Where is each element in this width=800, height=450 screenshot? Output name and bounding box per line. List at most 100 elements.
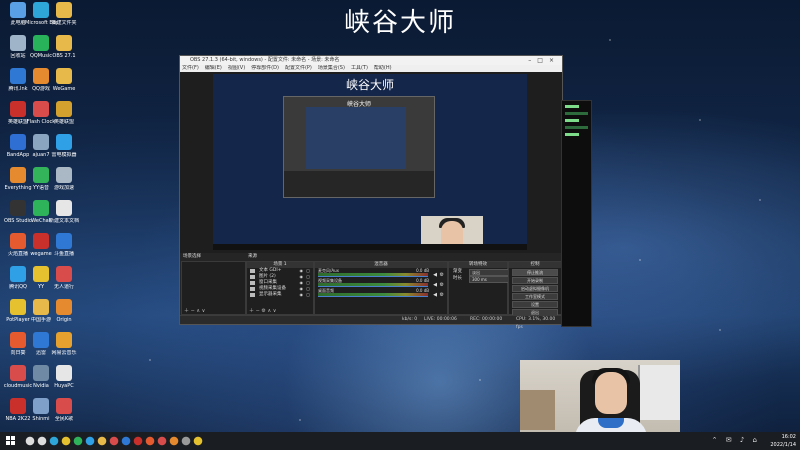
menu-item[interactable]: 场景集合(S) bbox=[318, 65, 345, 71]
obs-icon bbox=[10, 200, 26, 216]
chat-line bbox=[565, 133, 579, 136]
menu-item[interactable]: 编辑(E) bbox=[205, 65, 222, 71]
volume-fader[interactable] bbox=[318, 286, 428, 287]
mixer-panel[interactable]: 混音器 麦克风/Aux 0.0 dB ◀ ⚙ 视频采集设备 0.0 dB ◀ ⚙ 桌面音频 0.0… bbox=[314, 261, 448, 315]
scenes-toolbar[interactable]: ＋ − ∧ ∨ bbox=[182, 308, 247, 314]
menu-item[interactable]: 视图(V) bbox=[228, 65, 245, 71]
system-tray[interactable]: ⌃ ✉ ♪ ⌂ bbox=[712, 436, 760, 444]
app-icon bbox=[33, 134, 49, 150]
transition-select[interactable]: 300 ms bbox=[469, 276, 513, 283]
app-icon bbox=[56, 266, 72, 282]
app-icon bbox=[33, 398, 49, 414]
app-icon bbox=[56, 398, 72, 414]
chat-window[interactable] bbox=[561, 100, 592, 327]
app-icon[interactable] bbox=[120, 435, 132, 447]
source-type-icon bbox=[250, 275, 255, 279]
control-button[interactable]: 停止推流 bbox=[512, 269, 558, 276]
obs-window-title: OBS 27.1.3 (64-bit, windows) - 配置文件: 未命名… bbox=[190, 57, 340, 63]
obs-window[interactable]: OBS 27.1.3 (64-bit, windows) - 配置文件: 未命名… bbox=[179, 55, 563, 330]
control-button[interactable]: 设置 bbox=[512, 301, 558, 308]
chat-line bbox=[565, 126, 588, 129]
gear-icon[interactable]: ⚙ bbox=[440, 292, 444, 298]
edge-icon bbox=[33, 2, 49, 18]
obs-icon[interactable] bbox=[180, 435, 192, 447]
clock-time: 16:02 bbox=[781, 434, 796, 440]
app-icon bbox=[56, 365, 72, 381]
source-name: 文本 GDI+ bbox=[259, 268, 282, 273]
app-icon[interactable] bbox=[144, 435, 156, 447]
nested-docks bbox=[284, 171, 434, 197]
source-name: 视频采集设备 bbox=[259, 286, 286, 291]
sources-toolbar[interactable]: ＋ − ⚙ ∧ ∨ bbox=[247, 308, 315, 314]
app-icon bbox=[33, 233, 49, 249]
sources-list: 文本 GDI+ ◉ ▢ 图片 (2) ◉ ▢ 窗口采集 ◉ ▢ 视频采集设备 ◉ ▢ 显示器采集 ◉ ▢ bbox=[247, 268, 313, 298]
qq-icon bbox=[10, 266, 26, 282]
folder-icon[interactable] bbox=[96, 435, 108, 447]
status-kbps: kb/s: 0 bbox=[402, 317, 418, 322]
source-item[interactable]: 显示器采集 ◉ ▢ bbox=[247, 292, 313, 298]
file-icon bbox=[56, 200, 72, 216]
speaker-icon[interactable]: ◀ bbox=[433, 292, 437, 298]
desktop-icon-label: 游戏加速 bbox=[53, 185, 74, 191]
transition-row: 时长 300 ms bbox=[449, 275, 513, 283]
obs-titlebar[interactable]: OBS 27.1.3 (64-bit, windows) - 配置文件: 未命名… bbox=[180, 56, 562, 65]
game-icon bbox=[33, 68, 49, 84]
control-button[interactable]: 开始录制 bbox=[512, 277, 558, 284]
recycle-bin-icon bbox=[10, 35, 26, 51]
computer-icon bbox=[10, 2, 26, 18]
scenes-panel[interactable]: ＋ − ∧ ∨ bbox=[181, 261, 246, 315]
menu-item[interactable]: 工具(T) bbox=[351, 65, 368, 71]
lock-icon[interactable]: ▢ bbox=[306, 292, 310, 298]
volume-fader[interactable] bbox=[318, 296, 428, 297]
app-icon bbox=[33, 266, 49, 282]
eye-icon[interactable]: ◉ bbox=[300, 292, 304, 298]
control-button[interactable]: 工作室模式 bbox=[512, 293, 558, 300]
desktop-icon[interactable]: 全民K歌 bbox=[48, 398, 80, 436]
menu-item[interactable]: 停靠部件(D) bbox=[251, 65, 279, 71]
origin-icon bbox=[56, 299, 72, 315]
search-icon[interactable] bbox=[24, 435, 36, 447]
sources-panel[interactable]: 场景 1 文本 GDI+ ◉ ▢ 图片 (2) ◉ ▢ 窗口采集 ◉ ▢ 视频采集设备 ◉ ▢ 显示器采… bbox=[246, 261, 314, 315]
volume-fader[interactable] bbox=[318, 276, 428, 277]
game-icon[interactable] bbox=[168, 435, 180, 447]
chat-line bbox=[565, 119, 579, 122]
music-icon bbox=[10, 365, 26, 381]
controls-panel[interactable]: 控制 停止推流 开始录制 启动虚拟摄像机 工作室模式 设置 退出 bbox=[508, 261, 562, 316]
qq-icon[interactable] bbox=[84, 435, 96, 447]
scenes-dock-title: 场景选择 bbox=[183, 254, 201, 259]
music-icon[interactable] bbox=[156, 435, 168, 447]
chat-line bbox=[565, 112, 588, 115]
chat-line bbox=[565, 105, 579, 108]
chrome-icon[interactable] bbox=[60, 435, 72, 447]
menu-item[interactable]: 帮助(H) bbox=[374, 65, 392, 71]
app-icon[interactable] bbox=[132, 435, 144, 447]
app-icon[interactable] bbox=[108, 435, 120, 447]
mixer-channel: 视频采集设备 0.0 dB ◀ ⚙ bbox=[315, 278, 447, 288]
app-icon bbox=[56, 233, 72, 249]
task-view-icon[interactable] bbox=[36, 435, 48, 447]
edge-icon[interactable] bbox=[48, 435, 60, 447]
taskbar-clock[interactable]: 16:02 2022/1/14 bbox=[770, 433, 796, 449]
obs-preview[interactable]: 峡谷大师 峡谷大师 bbox=[180, 72, 562, 263]
wechat-icon[interactable] bbox=[72, 435, 84, 447]
play-icon bbox=[10, 299, 26, 315]
menu-item[interactable]: 文件(F) bbox=[182, 65, 199, 71]
controls-list: 停止推流 开始录制 启动虚拟摄像机 工作室模式 设置 退出 bbox=[509, 269, 561, 316]
transitions-panel[interactable]: 转场特效 渐变 淡出 时长 300 ms bbox=[448, 261, 513, 315]
control-button[interactable]: 启动虚拟摄像机 bbox=[512, 285, 558, 292]
app-icon bbox=[33, 299, 49, 315]
transition-label: 渐变 bbox=[453, 269, 462, 274]
app-icon[interactable] bbox=[192, 435, 204, 447]
source-type-icon bbox=[250, 287, 255, 291]
menu-item[interactable]: 配置文件(P) bbox=[285, 65, 312, 71]
desktop-icon-label: 全民K歌 bbox=[54, 416, 74, 422]
start-button[interactable] bbox=[6, 436, 16, 446]
window-controls[interactable]: –□× bbox=[528, 56, 560, 65]
webcam-window bbox=[638, 365, 680, 420]
obs-docks: ＋ − ∧ ∨ 场景 1 文本 GDI+ ◉ ▢ 图片 (2) ◉ ▢ 窗口采集 ◉ ▢ 视频采集… bbox=[180, 261, 562, 316]
preview-canvas: 峡谷大师 峡谷大师 bbox=[213, 74, 527, 250]
app-icon bbox=[10, 68, 26, 84]
mixer-channel: 麦克风/Aux 0.0 dB ◀ ⚙ bbox=[315, 268, 447, 278]
app-icon bbox=[10, 134, 26, 150]
desktop-icons: 此电脑Microsoft Edge新建文件夹回收站QQMusicOBS 27.1… bbox=[0, 0, 79, 432]
